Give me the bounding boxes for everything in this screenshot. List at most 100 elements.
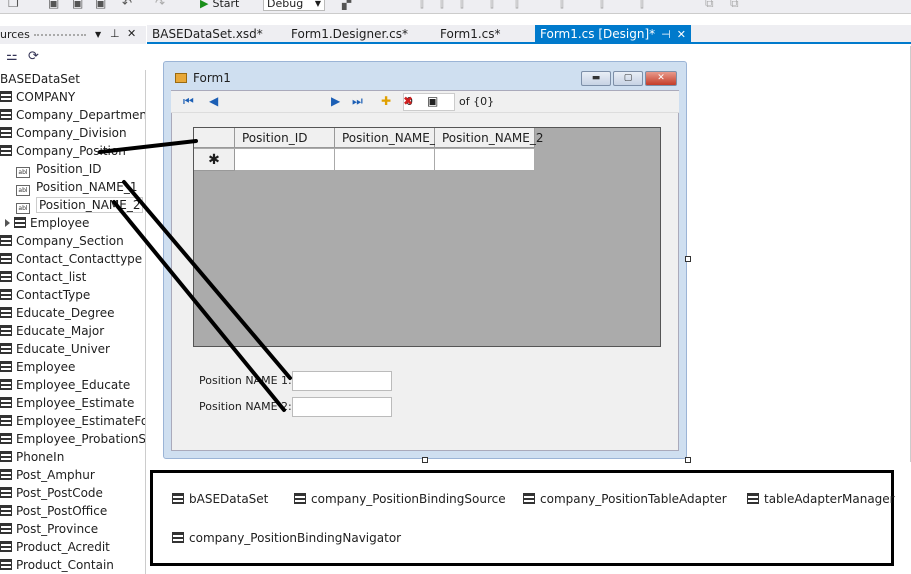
- tree-table-item[interactable]: Employee_Estimate: [0, 394, 145, 412]
- tree-table-item[interactable]: Post_Province: [0, 520, 145, 538]
- close-icon[interactable]: ✕: [127, 27, 136, 40]
- tree-table-item[interactable]: Post_PostOffice: [0, 502, 145, 520]
- tree-table-item[interactable]: Employee_Educate: [0, 376, 145, 394]
- resize-handle[interactable]: [685, 256, 691, 262]
- tab-form1-designer-cs[interactable]: Form1.Designer.cs*: [286, 25, 413, 43]
- component-table-adapter[interactable]: company_PositionTableAdapter: [523, 492, 727, 506]
- move-previous-icon[interactable]: ◀: [209, 94, 218, 108]
- tree-table-item[interactable]: ContactType: [0, 286, 145, 304]
- tree-table-item[interactable]: Company_Position: [0, 142, 145, 160]
- tree-table-item[interactable]: Company_Division: [0, 124, 145, 142]
- order-icon[interactable]: ⧉: [705, 0, 714, 11]
- save-icon[interactable]: ▣: [427, 94, 438, 108]
- drag-grip[interactable]: [34, 34, 86, 37]
- order-icon[interactable]: ⧉: [730, 0, 739, 11]
- tree-field-item[interactable]: abl Position_NAME_1: [0, 178, 145, 196]
- tree-table-item[interactable]: Employee_ProbationSci: [0, 430, 145, 448]
- component-label: company_PositionBindingNavigator: [189, 531, 402, 545]
- move-last-icon[interactable]: ⏭: [352, 94, 363, 109]
- position-name-1-field[interactable]: [292, 371, 392, 391]
- tree-table-item[interactable]: Employee: [0, 214, 145, 232]
- grid-cell[interactable]: [435, 149, 535, 171]
- tree-root[interactable]: BASEDataSet: [0, 70, 145, 88]
- pin-icon[interactable]: ⊥: [110, 27, 120, 40]
- tab-basedataset-xsd[interactable]: BASEDataSet.xsd*: [147, 25, 268, 43]
- delete-icon[interactable]: ✖: [403, 94, 413, 108]
- move-next-icon[interactable]: ▶: [331, 94, 340, 108]
- component-basedataset[interactable]: bASEDataSet: [172, 492, 268, 506]
- tree-table-item[interactable]: Educate_Major: [0, 322, 145, 340]
- maximize-button[interactable]: ▢: [613, 71, 643, 86]
- component-binding-navigator[interactable]: company_PositionBindingNavigator: [172, 531, 401, 545]
- grid-cell[interactable]: [235, 149, 335, 171]
- tree-table-item[interactable]: Product_Contain: [0, 556, 145, 574]
- spacing-icon[interactable]: ⫿: [600, 0, 604, 11]
- tree-table-item[interactable]: Company_Department: [0, 106, 145, 124]
- component-binding-source[interactable]: company_PositionBindingSource: [294, 492, 506, 506]
- refresh-icon[interactable]: ⟳: [28, 49, 39, 64]
- column-label: Position_ID: [242, 131, 308, 145]
- tree-item-label: Contact_Contacttype: [16, 252, 143, 266]
- start-button[interactable]: ▶ Start: [200, 0, 239, 10]
- align-center-icon[interactable]: ⫿: [440, 0, 444, 11]
- new-project-icon[interactable]: ❐: [8, 0, 19, 10]
- save-all-icon[interactable]: ▣: [72, 0, 83, 10]
- format-icon[interactable]: ▞: [342, 0, 351, 10]
- tree-table-item[interactable]: Educate_Degree: [0, 304, 145, 322]
- tree-table-item[interactable]: PhoneIn: [0, 448, 145, 466]
- grid-corner-header[interactable]: [194, 128, 235, 148]
- add-new-icon[interactable]: ✚: [381, 94, 391, 108]
- binding-navigator-icon: [172, 532, 184, 543]
- tree-item-label: Position_NAME_1: [36, 180, 138, 194]
- move-first-icon[interactable]: ⏮: [183, 94, 194, 109]
- tree-table-item[interactable]: Post_PostCode: [0, 484, 145, 502]
- align-middle-icon[interactable]: ⫿: [515, 0, 519, 11]
- add-data-source-icon[interactable]: ⚍: [6, 49, 18, 64]
- align-right-icon[interactable]: ⫿: [460, 0, 464, 11]
- align-top-icon[interactable]: ⫿: [490, 0, 494, 11]
- pin-icon[interactable]: ⊣: [661, 28, 671, 41]
- save-icon[interactable]: ▣: [95, 0, 106, 10]
- panel-title: urces: [0, 28, 30, 41]
- data-grid[interactable]: Position_ID Position_NAME_1 Position_NAM…: [193, 127, 661, 347]
- tree-table-item[interactable]: Employee_EstimateForY: [0, 412, 145, 430]
- configuration-select[interactable]: Debug ▼: [263, 0, 325, 11]
- tree-table-item[interactable]: Contact_Contacttype: [0, 250, 145, 268]
- tab-form1-cs[interactable]: Form1.cs*: [435, 25, 506, 43]
- tree-table-item[interactable]: COMPANY: [0, 88, 145, 106]
- tree-table-item[interactable]: Post_Amphur: [0, 466, 145, 484]
- expand-icon[interactable]: [5, 219, 10, 227]
- spacing-icon[interactable]: ⫿: [640, 0, 644, 11]
- tree-table-item[interactable]: Contact_list: [0, 268, 145, 286]
- tree-table-item[interactable]: Product_Acredit: [0, 538, 145, 556]
- size-icon[interactable]: ⫿: [560, 0, 564, 11]
- tree-table-item[interactable]: Employee: [0, 358, 145, 376]
- new-row-header[interactable]: ✱: [194, 149, 235, 171]
- table-icon: [0, 109, 12, 120]
- tree-table-item[interactable]: Company_Section: [0, 232, 145, 250]
- close-icon[interactable]: ✕: [677, 28, 686, 41]
- component-table-adapter-manager[interactable]: tableAdapterManager: [747, 492, 895, 506]
- resize-handle[interactable]: [685, 457, 691, 463]
- grid-column-header[interactable]: Position_NAME_2: [435, 128, 543, 148]
- close-button[interactable]: ✕: [645, 71, 677, 86]
- redo-icon[interactable]: ↷: [155, 0, 165, 10]
- align-left-icon[interactable]: ⫿: [420, 0, 424, 11]
- position-name-2-field[interactable]: [292, 397, 392, 417]
- minimize-button[interactable]: ▬: [581, 71, 611, 86]
- tree-field-item[interactable]: abl Position_ID: [0, 160, 145, 178]
- undo-icon[interactable]: ↶: [122, 0, 132, 10]
- tree-field-item[interactable]: abl Position_NAME_2: [0, 196, 145, 214]
- column-label: Position_NAME_1: [342, 131, 444, 145]
- save-icon[interactable]: ▣: [48, 0, 59, 10]
- resize-handle[interactable]: [422, 457, 428, 463]
- grid-cell[interactable]: [335, 149, 435, 171]
- grid-column-header[interactable]: Position_NAME_1: [335, 128, 443, 148]
- grid-column-header[interactable]: Position_ID: [235, 128, 335, 148]
- position-name-2-label: Position NAME 2:: [199, 400, 292, 413]
- tab-label: Form1.cs*: [440, 27, 501, 41]
- tree-table-item[interactable]: Educate_Univer: [0, 340, 145, 358]
- dropdown-icon[interactable]: ▼: [95, 30, 101, 39]
- data-sources-toolbar: ⚍ ⟳: [0, 45, 146, 69]
- tab-form1-design[interactable]: Form1.cs [Design]* ⊣ ✕: [535, 25, 691, 43]
